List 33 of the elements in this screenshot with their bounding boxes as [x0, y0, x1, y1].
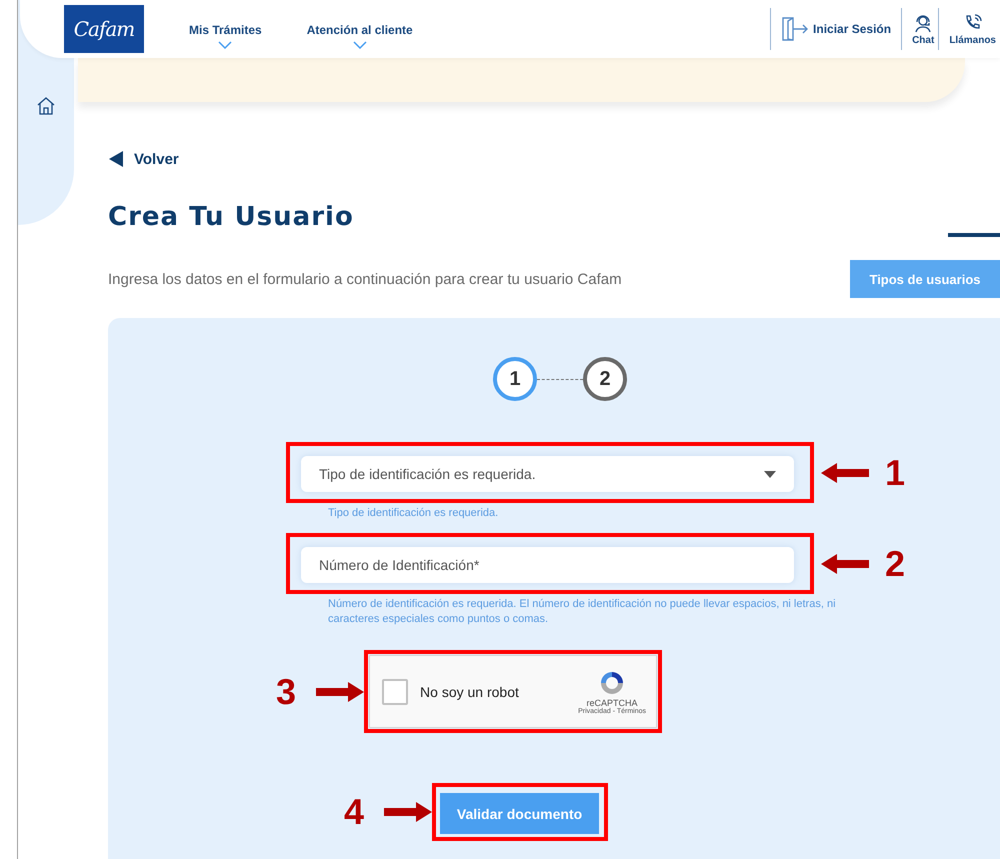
annotation-arrow [821, 552, 869, 574]
back-arrow-icon [108, 150, 124, 168]
nav-menu[interactable]: Mis Trámites [189, 23, 262, 49]
login-icon [781, 16, 810, 42]
step-indicator: 2 [583, 357, 627, 401]
login-button[interactable]: Iniciar Sesión [770, 8, 902, 50]
checkbox[interactable] [382, 678, 408, 704]
chevron-down-icon [218, 41, 232, 49]
input-field[interactable]: Número de Identificación* [301, 547, 794, 583]
annotation-number: 1 [885, 452, 906, 492]
checkbox-label: No soy un robot [420, 684, 519, 700]
logo[interactable]: Cafam [64, 5, 144, 53]
headset-icon [913, 12, 934, 32]
error-message: Número de identificación es requerida. El número de identificación no puede llevar espacios, ni letras, ni caracteres especiales como puntos o comas. [328, 597, 837, 627]
annotation-arrow [316, 680, 364, 702]
annotation-number: 3 [276, 672, 296, 712]
annotation-number: 2 [885, 544, 906, 584]
annotation-arrow [384, 801, 432, 823]
step-indicator: 1 [493, 357, 537, 401]
annotation-number: 4 [344, 792, 364, 832]
page-title: Crea Tu Usuario [108, 201, 354, 234]
caret-icon [764, 470, 776, 478]
intro-text: Ingresa los datos en el formulario a continuación para crear tu usuario Cafam [108, 270, 622, 288]
annotation-arrow [821, 462, 869, 484]
nav-menu[interactable]: Atención al cliente [306, 23, 413, 49]
chat-button[interactable]: Chat [901, 8, 938, 50]
home-icon[interactable] [36, 96, 56, 115]
call-button[interactable]: Llámanos [938, 8, 1000, 50]
error-message: Tipo de identificación es requerida. [328, 506, 500, 521]
captcha-brand: reCAPTCHA [586, 698, 638, 708]
chevron-down-icon [352, 41, 367, 49]
back-link[interactable]: Volver [108, 150, 179, 168]
select-field[interactable]: Tipo de identificación es requerida. [301, 456, 794, 492]
